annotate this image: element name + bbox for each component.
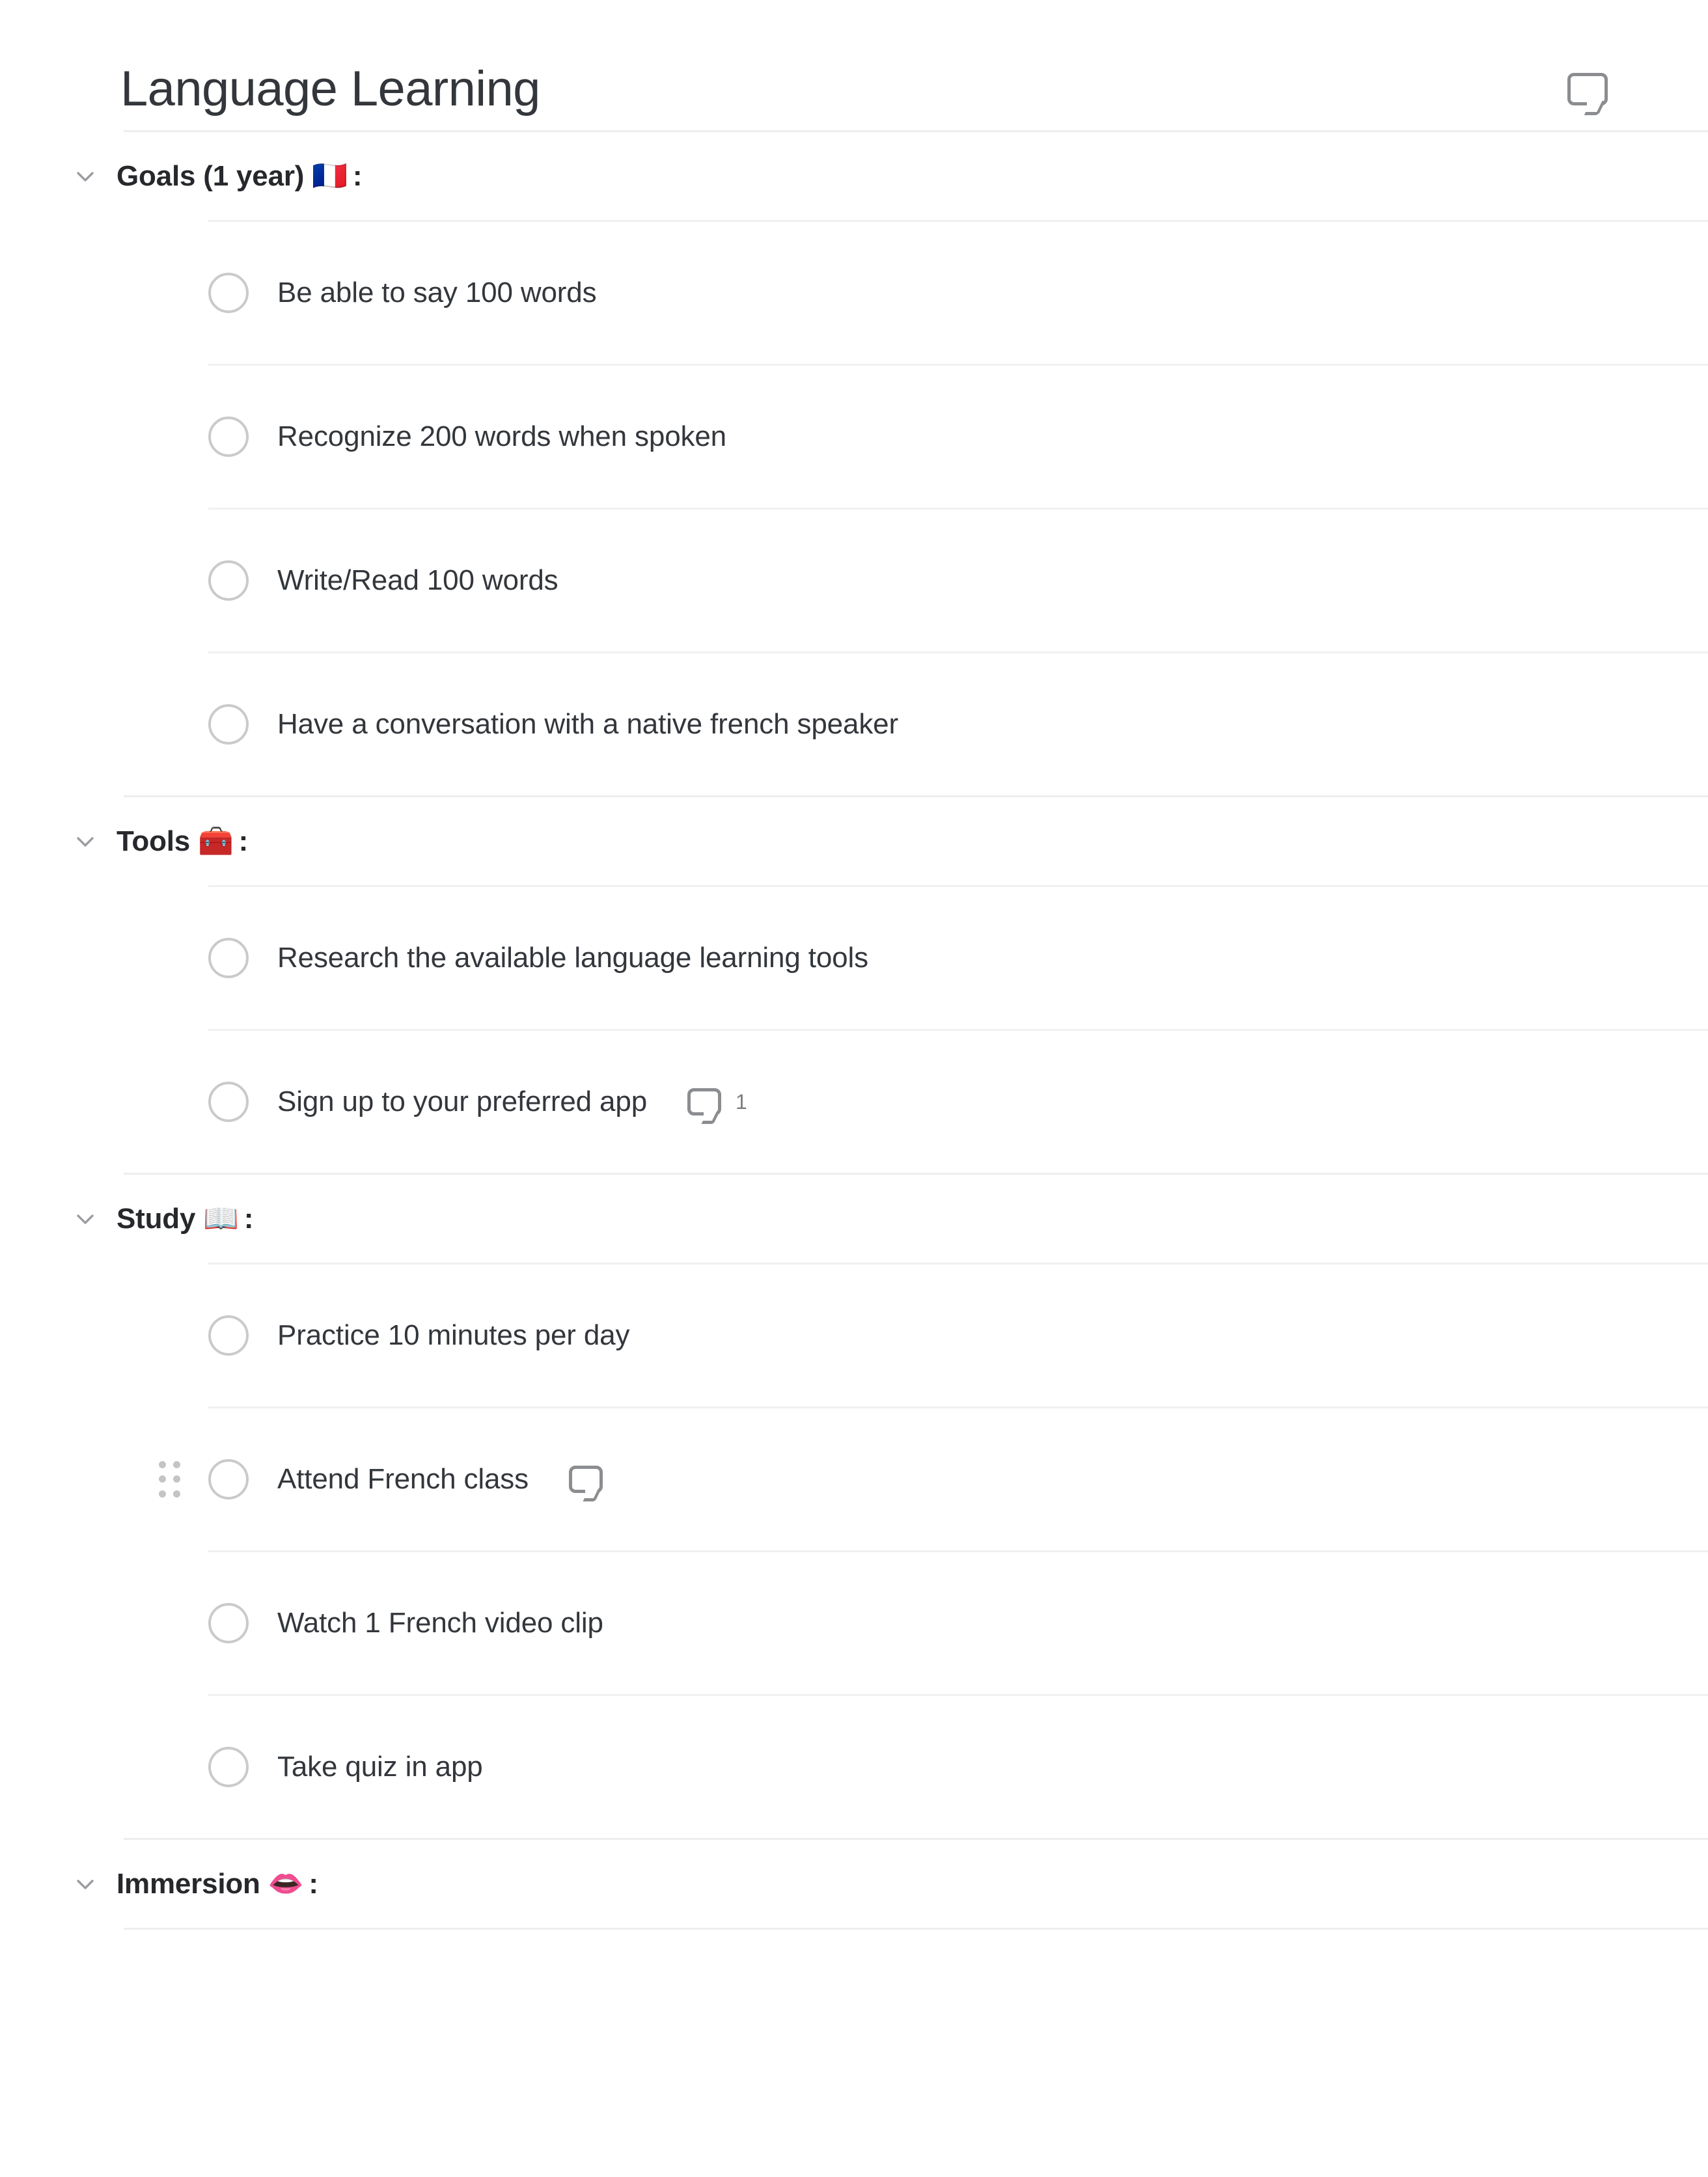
task-label: Attend French class xyxy=(277,1463,529,1495)
comment-bubble-glyph xyxy=(1567,73,1608,115)
table-row[interactable]: Sign up to your preferred app 1 xyxy=(0,1031,1708,1173)
section-colon: : xyxy=(238,825,249,857)
section-header-1[interactable]: Tools 🧰: xyxy=(0,797,1708,885)
checkbox-empty-icon[interactable] xyxy=(208,1603,249,1643)
task-label: Sign up to your preferred app xyxy=(277,1086,648,1117)
row-comment-indicator[interactable] xyxy=(569,1466,603,1501)
table-row[interactable]: Watch 1 French video clip xyxy=(0,1552,1708,1694)
mouth-emoji: 👄 xyxy=(268,1867,304,1900)
table-row[interactable]: Attend French class xyxy=(0,1408,1708,1550)
section-colon: : xyxy=(309,1867,318,1900)
table-row[interactable]: Write/Read 100 words xyxy=(0,510,1708,651)
task-label: Be able to say 100 words xyxy=(277,277,597,308)
section-header-3[interactable]: Immersion 👄: xyxy=(0,1840,1708,1928)
section-header-2[interactable]: Study 📖: xyxy=(0,1175,1708,1263)
open-book-emoji: 📖 xyxy=(203,1201,239,1235)
task-label: Practice 10 minutes per day xyxy=(277,1319,630,1351)
checkbox-empty-icon[interactable] xyxy=(208,704,249,745)
section-title: Goals (1 year) 🇫🇷: xyxy=(117,160,362,193)
checkbox-empty-icon[interactable] xyxy=(208,560,249,601)
section-label: Immersion xyxy=(117,1867,260,1900)
drag-handle-icon[interactable] xyxy=(155,1457,184,1501)
task-label: Research the available language learning… xyxy=(277,942,868,974)
checkbox-empty-icon[interactable] xyxy=(208,417,249,457)
task-label: Write/Read 100 words xyxy=(277,564,558,596)
outline-list: Goals (1 year) 🇫🇷: Be able to say 100 word… xyxy=(0,130,1708,1930)
row-comment-indicator[interactable]: 1 xyxy=(687,1088,747,1124)
document-header: Language Learning xyxy=(0,0,1708,130)
chevron-down-icon[interactable] xyxy=(68,825,102,858)
chevron-down-icon[interactable] xyxy=(68,159,102,193)
section-title: Immersion 👄: xyxy=(117,1868,318,1900)
section-colon: : xyxy=(352,159,363,192)
table-row[interactable]: Research the available language learning… xyxy=(0,887,1708,1029)
toolbox-emoji: 🧰 xyxy=(198,824,234,858)
table-row[interactable]: Recognize 200 words when spoken xyxy=(0,366,1708,508)
section-title: Tools 🧰: xyxy=(117,825,248,858)
checkbox-empty-icon[interactable] xyxy=(208,1459,249,1499)
checkbox-empty-icon[interactable] xyxy=(208,1315,249,1356)
comment-bubble-icon[interactable] xyxy=(1560,61,1616,117)
page-title[interactable]: Language Learning xyxy=(120,64,540,114)
comment-bubble-glyph xyxy=(569,1466,603,1501)
section-colon: : xyxy=(243,1202,254,1235)
task-label: Take quiz in app xyxy=(277,1751,483,1783)
task-label: Watch 1 French video clip xyxy=(277,1607,603,1639)
task-label: Recognize 200 words when spoken xyxy=(277,420,727,452)
checkbox-empty-icon[interactable] xyxy=(208,1747,249,1787)
table-row[interactable]: Take quiz in app xyxy=(0,1696,1708,1838)
task-label: Have a conversation with a native french… xyxy=(277,708,898,740)
section-divider xyxy=(124,1928,1708,1930)
checkbox-empty-icon[interactable] xyxy=(208,938,249,978)
bottom-spacer xyxy=(0,1930,1708,2008)
table-row[interactable]: Practice 10 minutes per day xyxy=(0,1265,1708,1406)
table-row[interactable]: Have a conversation with a native french… xyxy=(0,653,1708,795)
table-row[interactable]: Be able to say 100 words xyxy=(0,222,1708,364)
section-title: Study 📖: xyxy=(117,1203,253,1235)
comment-count: 1 xyxy=(736,1090,747,1114)
chevron-down-icon[interactable] xyxy=(68,1202,102,1236)
checkbox-empty-icon[interactable] xyxy=(208,1082,249,1122)
section-label: Study xyxy=(117,1202,196,1235)
section-label: Goals (1 year) xyxy=(117,159,305,192)
comment-bubble-glyph xyxy=(687,1088,722,1124)
section-label: Tools xyxy=(117,825,191,857)
flag-france-emoji: 🇫🇷 xyxy=(312,159,348,193)
checkbox-empty-icon[interactable] xyxy=(208,273,249,313)
section-header-0[interactable]: Goals (1 year) 🇫🇷: xyxy=(0,132,1708,220)
task-outline-page: Language Learning Goals (1 year) 🇫🇷: Be ab… xyxy=(0,0,1708,2177)
chevron-down-icon[interactable] xyxy=(68,1867,102,1901)
